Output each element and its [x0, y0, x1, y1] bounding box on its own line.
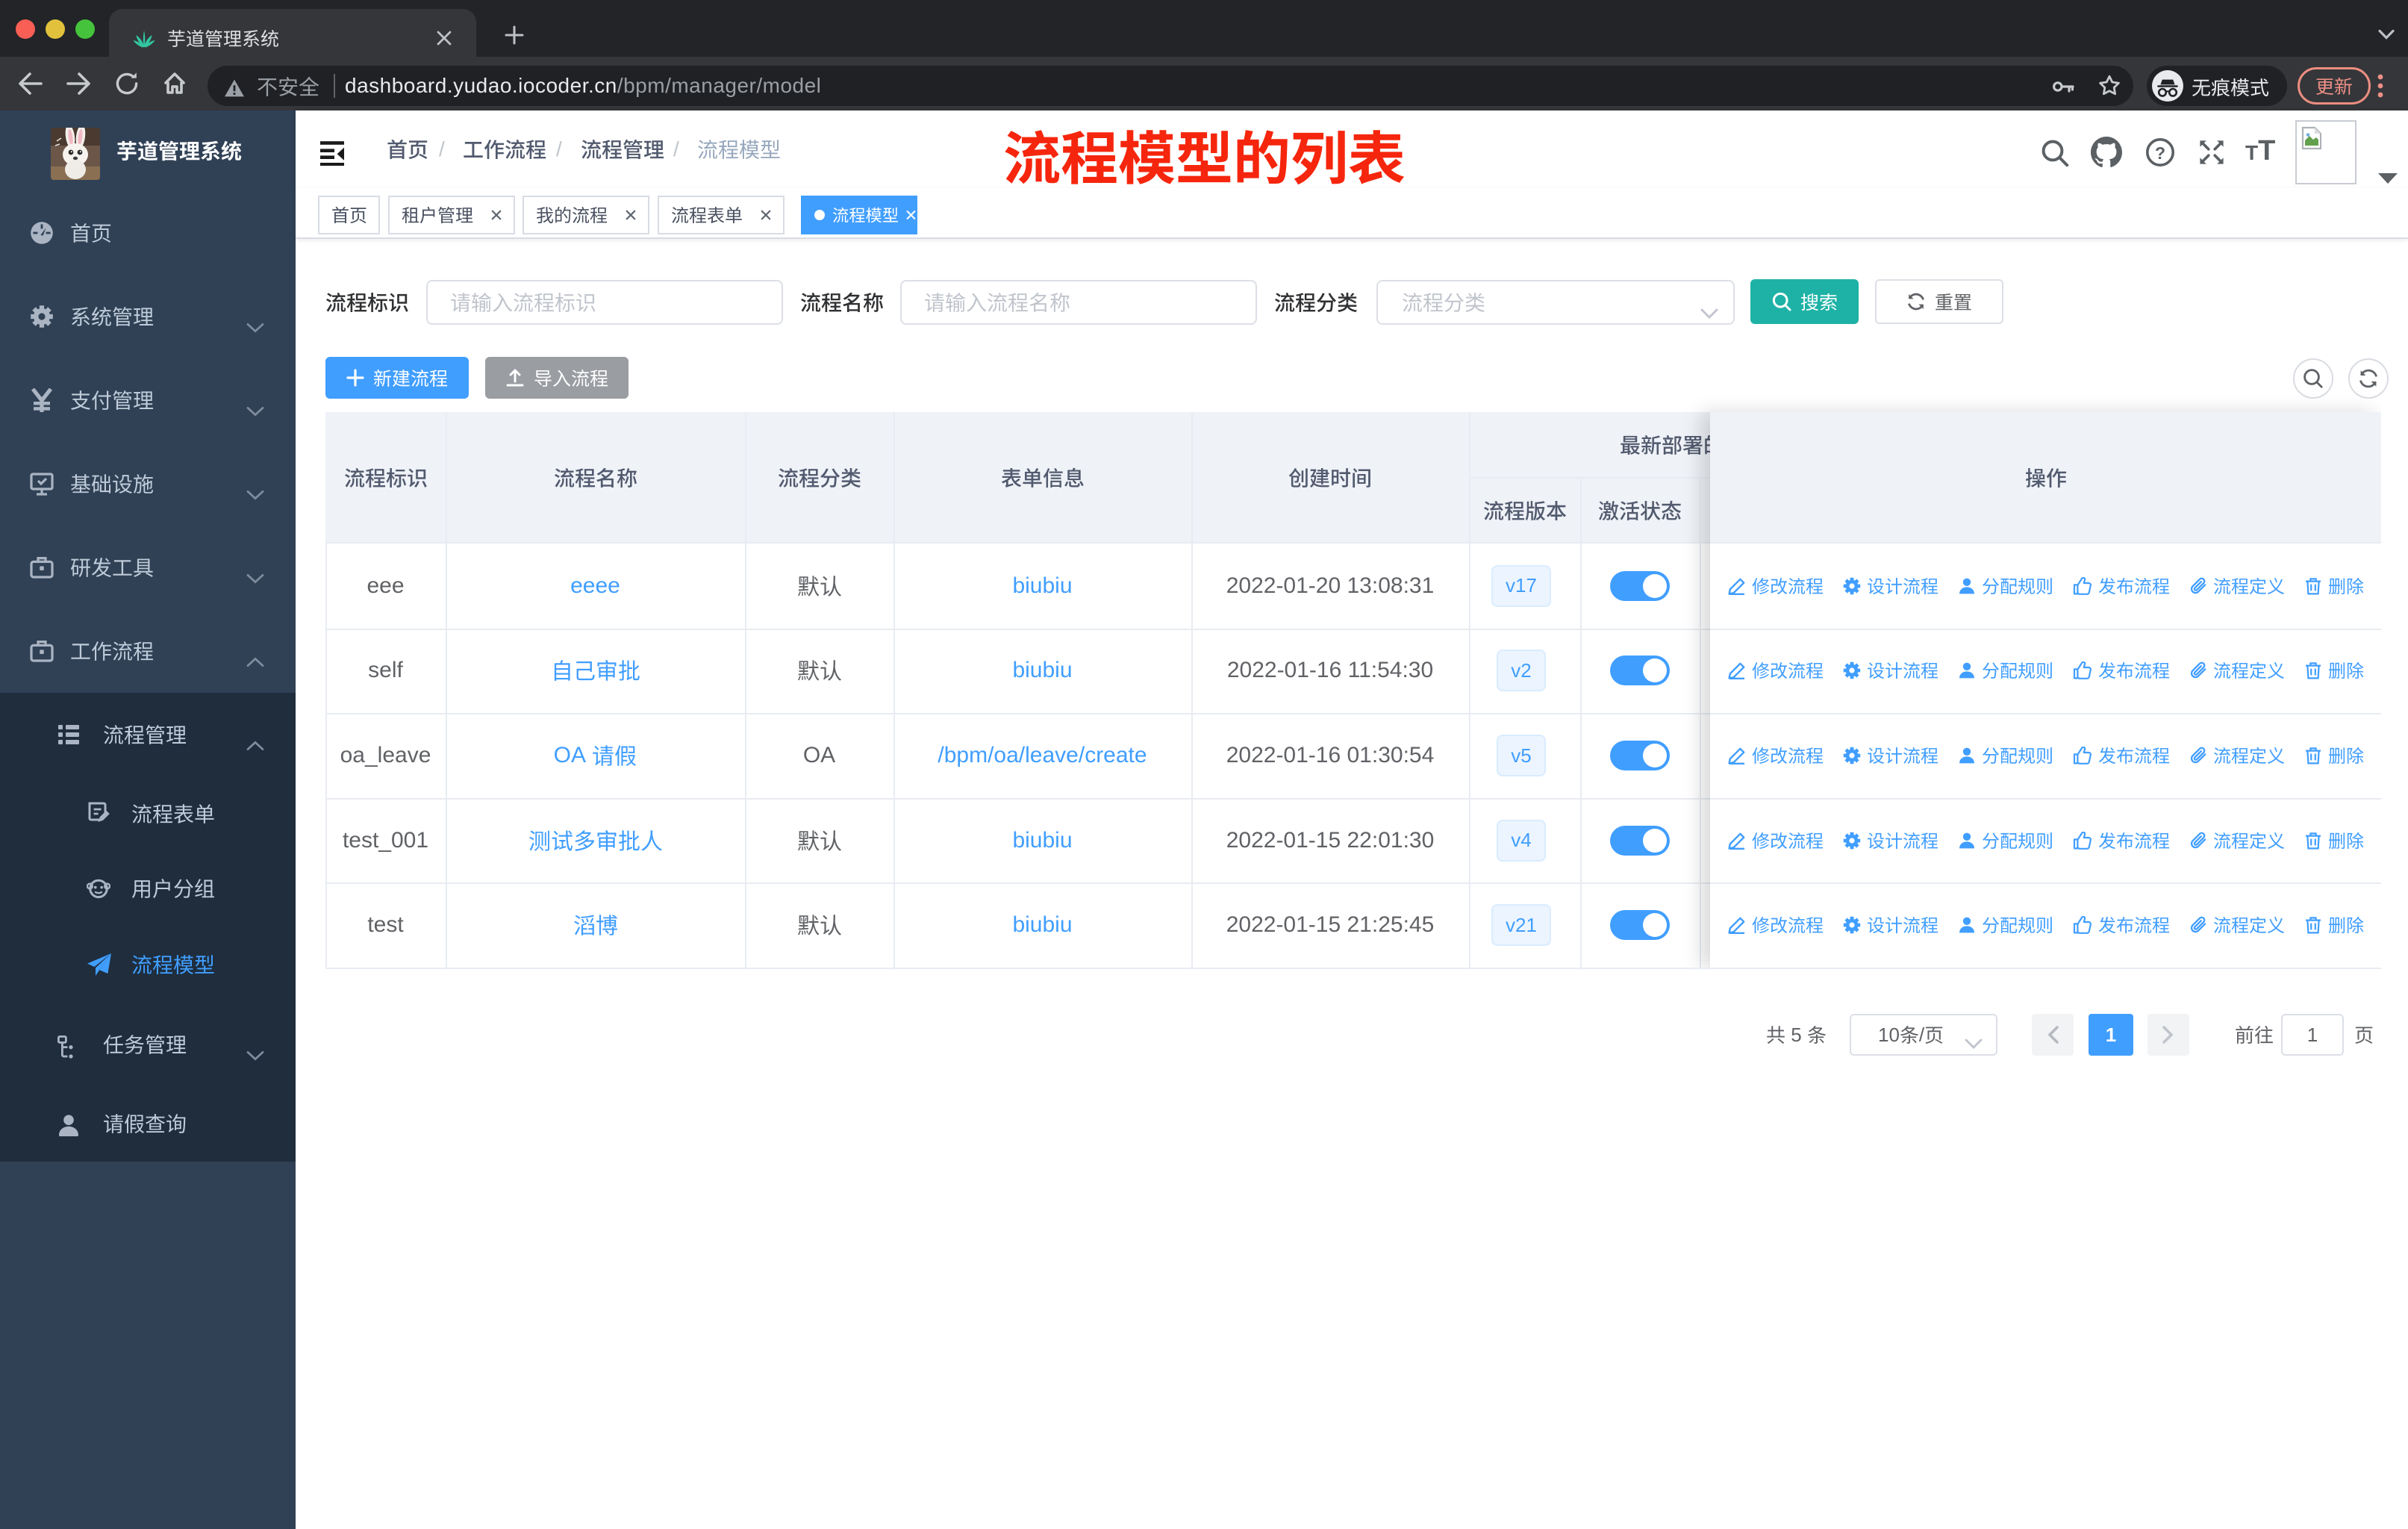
svg-text:?: ?: [2155, 143, 2165, 163]
